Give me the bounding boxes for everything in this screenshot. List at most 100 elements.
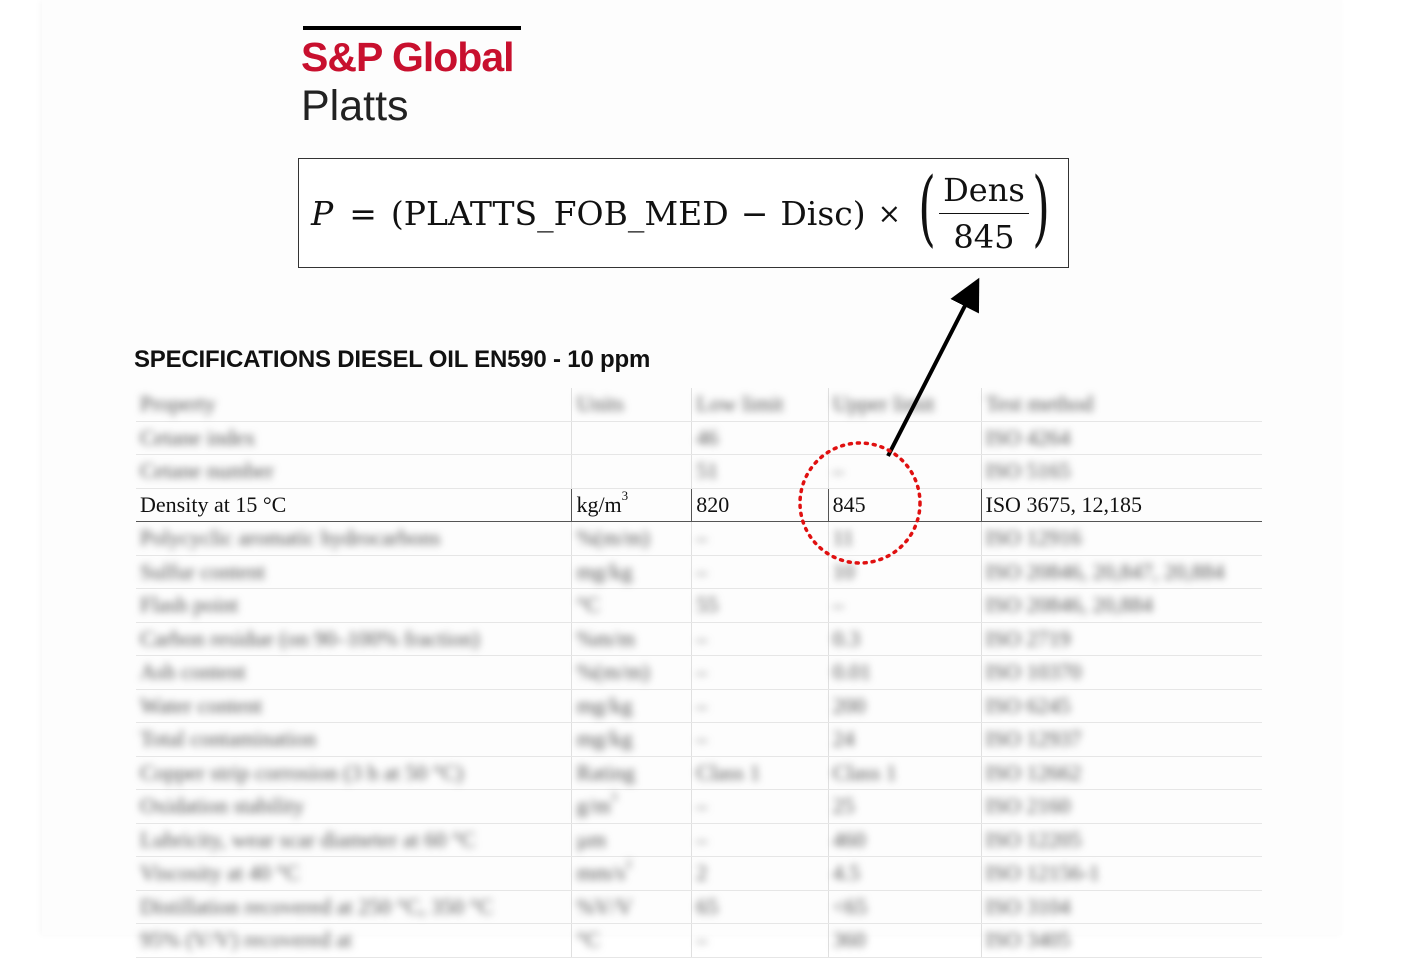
cell-property-text: Flash point bbox=[140, 592, 239, 618]
cell-test-method: ISO 4264 bbox=[980, 421, 1262, 455]
cell-upper-limit: 200 bbox=[827, 689, 981, 723]
cell-upper-limit-text: 10 bbox=[832, 558, 855, 584]
cell-low-limit: – bbox=[691, 823, 829, 857]
cell-test-method-text: ISO 3104 bbox=[985, 893, 1071, 919]
unit-superscript: 3 bbox=[621, 488, 629, 503]
column-header-test-method: Test method bbox=[980, 388, 1262, 422]
cell-property-text: Polycyclic aromatic hydrocarbons bbox=[140, 525, 441, 551]
cell-upper-limit-text: Class 1 bbox=[832, 759, 897, 785]
cell-low-limit: – bbox=[691, 521, 829, 556]
cell-test-method: ISO 3675, 12,185 bbox=[980, 487, 1262, 522]
cell-low-limit-text: – bbox=[696, 558, 708, 584]
cell-low-limit: 46 bbox=[691, 421, 829, 455]
cell-upper-limit: 11 bbox=[827, 521, 981, 556]
cell-units-text: mg/kg bbox=[576, 558, 633, 584]
cell-test-method: ISO 5165 bbox=[980, 454, 1262, 489]
cell-low-limit-text: – bbox=[696, 692, 708, 718]
formula-fraction: Dens 845 bbox=[939, 171, 1029, 256]
cell-low-limit: – bbox=[691, 622, 829, 656]
cell-property-text: Carbon residue (on 90–100% fraction) bbox=[140, 625, 480, 651]
cell-low-limit: – bbox=[691, 689, 829, 723]
cell-units bbox=[571, 454, 692, 489]
cell-test-method: ISO 3104 bbox=[980, 890, 1262, 924]
cell-property: 95% (V/V) recovered at bbox=[136, 923, 572, 958]
cell-test-method-text: ISO 12205 bbox=[985, 826, 1082, 852]
cell-property: Water content bbox=[136, 689, 572, 723]
cell-low-limit: – bbox=[691, 722, 829, 757]
cell-upper-limit-text: – bbox=[832, 592, 844, 618]
cell-low-limit-text: 51 bbox=[696, 458, 719, 484]
cell-low-limit-text: – bbox=[696, 927, 708, 953]
spec-table: Property Units Low limit Upper limit Test me… bbox=[136, 388, 1262, 958]
table-row: 95% (V/V) recovered at °C – 360 ISO 3405 bbox=[136, 923, 1262, 958]
spec-title: SPECIFICATIONS DIESEL OIL EN590 - 10 ppm bbox=[134, 346, 651, 373]
cell-upper-limit: 360 bbox=[827, 923, 981, 958]
cell-low-limit-text: 65 bbox=[696, 893, 719, 919]
formula-times: × bbox=[877, 196, 902, 230]
cell-units-text: kg/m bbox=[576, 491, 622, 517]
cell-upper-limit-text: 0.01 bbox=[832, 659, 872, 685]
cell-units: mg/kg bbox=[571, 722, 692, 757]
cell-units: g/m3 bbox=[571, 789, 692, 824]
column-header-upper-limit: Upper limit bbox=[827, 388, 981, 422]
cell-upper-limit-text: 200 bbox=[832, 692, 866, 718]
cell-property-text: Cetane index bbox=[140, 424, 256, 450]
cell-property-text: 95% (V/V) recovered at bbox=[140, 927, 352, 953]
cell-test-method: ISO 12662 bbox=[980, 756, 1262, 790]
cell-test-method-text: ISO 12156-1 bbox=[985, 860, 1100, 886]
table-row: Sulfur content mg/kg – 10 ISO 20846, 20,847,… bbox=[136, 555, 1262, 589]
cell-low-limit-text: 46 bbox=[696, 424, 719, 450]
cell-units: kg/m3 bbox=[571, 487, 692, 522]
cell-units: %V/V bbox=[571, 890, 692, 924]
cell-upper-limit-text: 845 bbox=[832, 491, 866, 517]
formula-close-paren: ) bbox=[852, 193, 866, 233]
column-header-low-limit: Low limit bbox=[691, 388, 829, 422]
cell-test-method: ISO 12205 bbox=[980, 823, 1262, 857]
cell-units: Rating bbox=[571, 756, 692, 790]
table-row: Lubricity, wear scar diameter at 60 °C µm… bbox=[136, 823, 1262, 857]
cell-property-text: Sulfur content bbox=[140, 558, 266, 584]
cell-upper-limit: 0.01 bbox=[827, 655, 981, 690]
cell-test-method-text: ISO 20846, 20,884 bbox=[985, 592, 1153, 618]
cell-units-text: g/m bbox=[576, 793, 611, 819]
cell-property-text: Lubricity, wear scar diameter at 60 °C bbox=[140, 826, 476, 852]
table-row: Cetane index 46 ISO 4264 bbox=[136, 421, 1262, 455]
cell-upper-limit: 10 bbox=[827, 555, 981, 589]
cell-test-method: ISO 12937 bbox=[980, 722, 1262, 757]
cell-upper-limit: – bbox=[827, 454, 981, 489]
cell-property: Carbon residue (on 90–100% fraction) bbox=[136, 622, 572, 656]
cell-units: °C bbox=[571, 588, 692, 623]
cell-property: Density at 15 °C bbox=[136, 487, 572, 522]
table-row: Oxidation stability g/m3–25 ISO 2160 bbox=[136, 789, 1262, 824]
cell-upper-limit: – bbox=[827, 588, 981, 623]
cell-upper-limit: 24 bbox=[827, 722, 981, 757]
cell-low-limit-text: 2 bbox=[696, 860, 708, 886]
cell-test-method: ISO 20846, 20,847, 20,884 bbox=[980, 555, 1262, 589]
cell-property-text: Water content bbox=[140, 692, 263, 718]
cell-low-limit-text: 820 bbox=[696, 491, 730, 517]
cell-property: Copper strip corrosion (3 h at 50 °C) bbox=[136, 756, 572, 790]
cell-test-method-text: ISO 12662 bbox=[985, 759, 1082, 785]
cell-property-text: Total contamination bbox=[140, 726, 317, 752]
table-row: Copper strip corrosion (3 h at 50 °C) Rat… bbox=[136, 756, 1262, 790]
cell-test-method-text: ISO 6245 bbox=[985, 692, 1071, 718]
cell-property: Oxidation stability bbox=[136, 789, 572, 824]
cell-low-limit: 2 bbox=[691, 856, 829, 891]
cell-test-method-text: ISO 5165 bbox=[985, 458, 1071, 484]
cell-units: %(m/m) bbox=[571, 655, 692, 690]
cell-low-limit-text: – bbox=[696, 659, 708, 685]
cell-property-text: Cetane number bbox=[140, 458, 274, 484]
cell-upper-limit: 4.5 bbox=[827, 856, 981, 891]
cell-low-limit: – bbox=[691, 655, 829, 690]
logo-product: Platts bbox=[301, 82, 409, 130]
cell-low-limit: 820 bbox=[691, 487, 829, 522]
cell-test-method-text: ISO 4264 bbox=[985, 424, 1071, 450]
cell-upper-limit: 25 bbox=[827, 789, 981, 824]
cell-upper-limit-text: 360 bbox=[832, 927, 866, 953]
cell-test-method-text: ISO 20846, 20,847, 20,884 bbox=[985, 558, 1225, 584]
cell-units-text: %m/m bbox=[576, 625, 636, 651]
cell-low-limit-text: – bbox=[696, 625, 708, 651]
cell-upper-limit-text: 4.5 bbox=[832, 860, 861, 886]
cell-units: mg/kg bbox=[571, 555, 692, 589]
table-row-density: Density at 15 °C kg/m3 820 845 ISO 3675, 12,… bbox=[136, 487, 1262, 522]
